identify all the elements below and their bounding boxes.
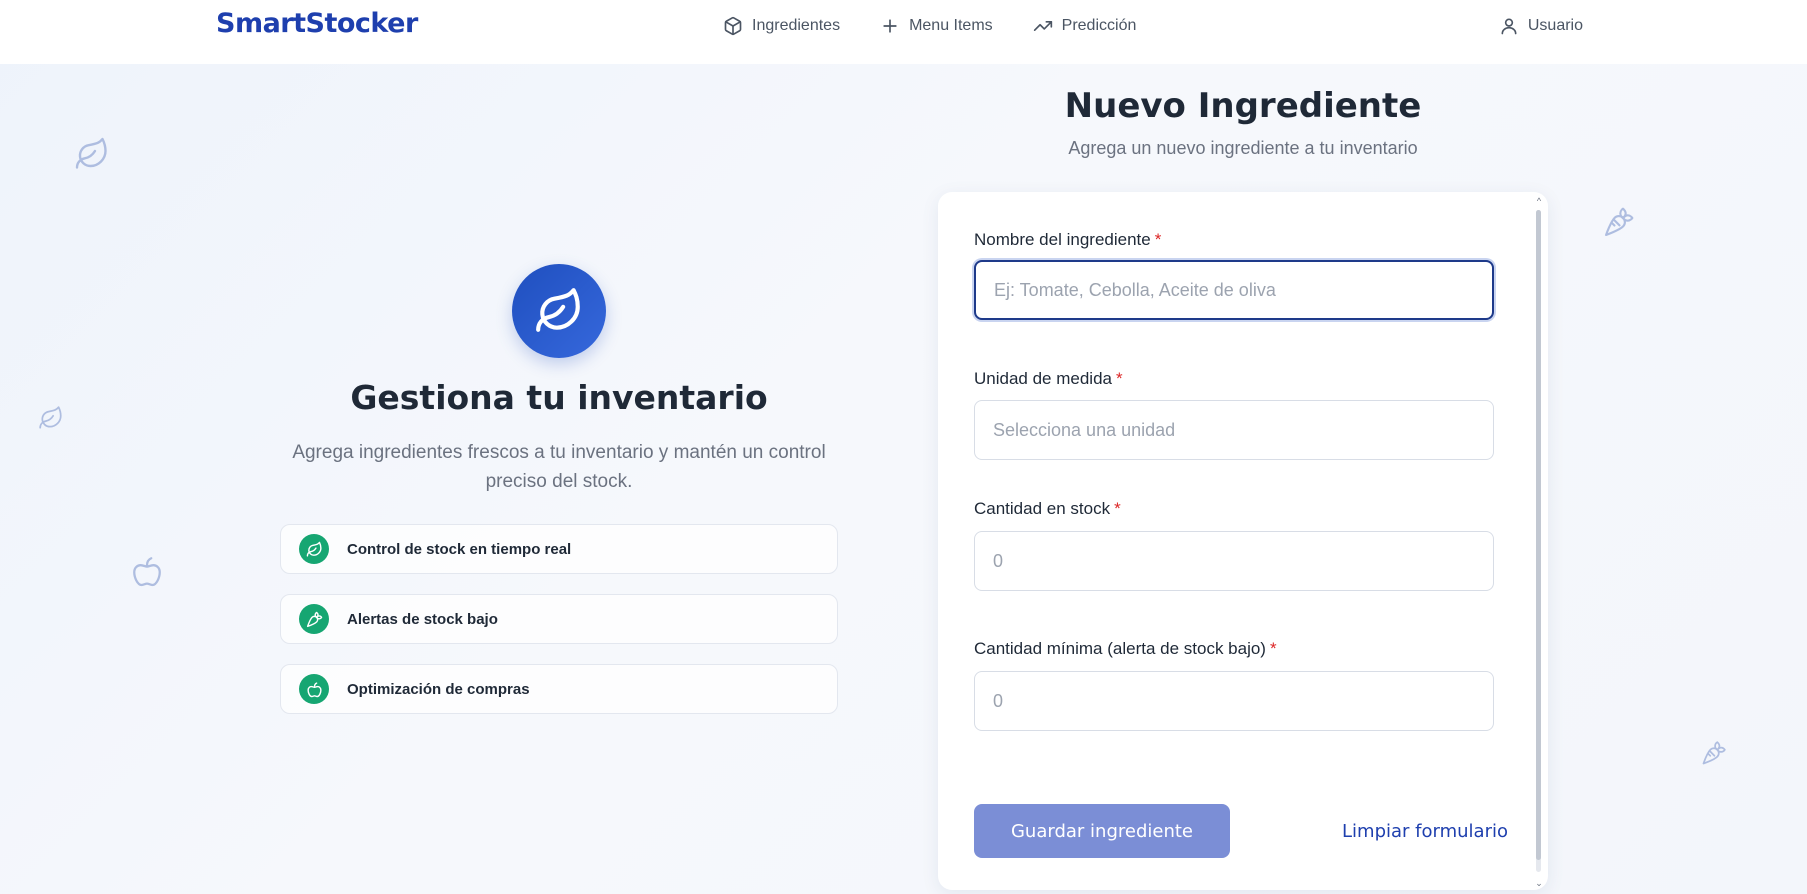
hero-subtitle: Agrega ingredientes frescos a tu inventa… — [292, 442, 826, 492]
feature-label: Alertas de stock bajo — [347, 610, 498, 628]
unit-label: Unidad de medida * — [974, 369, 1123, 388]
apple-icon — [130, 554, 164, 588]
scroll-up-icon[interactable]: ^ — [1534, 196, 1544, 206]
name-label: Nombre del ingrediente * — [974, 230, 1162, 249]
nav-item-prediccion[interactable]: Predicción — [1033, 16, 1137, 36]
main-nav: Ingredientes Menu Items Predicción — [723, 16, 1136, 36]
nav-label: Ingredientes — [752, 17, 841, 34]
save-ingredient-button[interactable]: Guardar ingrediente — [974, 804, 1230, 858]
required-mark: * — [1269, 639, 1277, 658]
user-menu[interactable]: Usuario — [1499, 16, 1583, 36]
box-icon — [724, 16, 742, 36]
nav-item-menu-items[interactable]: Menu Items — [880, 16, 993, 36]
user-label: Usuario — [1527, 17, 1583, 34]
stock-label: Cantidad en stock * — [974, 499, 1121, 518]
nav-item-ingredientes[interactable]: Ingredientes — [723, 16, 840, 36]
nav-label: Menu Items — [909, 17, 993, 34]
carrot-icon — [299, 604, 329, 634]
feature-item: Control de stock en tiempo real — [280, 524, 838, 574]
leaf-icon — [38, 405, 64, 431]
hero-title: Gestiona tu inventario — [350, 378, 768, 417]
brand-logo[interactable]: SmartStocker — [216, 8, 418, 39]
feature-list: Control de stock en tiempo real Alertas … — [280, 524, 838, 734]
min-stock-input[interactable] — [974, 671, 1494, 731]
unit-select-placeholder: Selecciona una unidad — [993, 419, 1176, 440]
feature-item: Alertas de stock bajo — [280, 594, 838, 644]
leaf-icon — [536, 288, 580, 332]
required-mark: * — [1154, 230, 1162, 249]
unit-select[interactable]: Selecciona una unidad — [974, 400, 1494, 460]
scroll-thumb[interactable] — [1536, 210, 1541, 860]
form-title: Nuevo Ingrediente — [1064, 86, 1422, 126]
feature-label: Control de stock en tiempo real — [347, 540, 572, 558]
leaf-icon — [299, 534, 329, 564]
apple-icon — [299, 674, 329, 704]
carrot-icon — [1603, 206, 1635, 238]
leaf-icon — [74, 136, 110, 172]
clear-form-button[interactable]: Limpiar formulario — [1318, 804, 1508, 858]
required-mark: * — [1114, 499, 1121, 518]
plus-icon — [883, 19, 897, 33]
scroll-down-icon[interactable]: ⌄ — [1534, 878, 1544, 888]
feature-label: Optimización de compras — [347, 680, 530, 698]
ingredient-name-input[interactable] — [974, 260, 1494, 320]
nav-label: Predicción — [1061, 17, 1137, 34]
form-subtitle: Agrega un nuevo ingrediente a tu inventa… — [1068, 138, 1418, 158]
stock-quantity-input[interactable] — [974, 531, 1494, 591]
user-icon — [1501, 18, 1517, 35]
form-scrollbar[interactable]: ^ ⌄ — [1534, 196, 1544, 888]
required-mark: * — [1115, 369, 1123, 388]
ingredient-form-card: Nombre del ingrediente* Unidad de medida… — [938, 192, 1548, 890]
feature-item: Optimización de compras — [280, 664, 838, 714]
trending-up-icon — [1033, 21, 1052, 31]
hero-leaf-badge — [512, 264, 606, 358]
carrot-icon — [1701, 740, 1727, 766]
min-stock-label: Cantidad mínima (alerta de stock bajo) * — [974, 639, 1277, 658]
top-navbar: SmartStocker Ingredientes Menu Items Pre… — [0, 0, 1807, 64]
